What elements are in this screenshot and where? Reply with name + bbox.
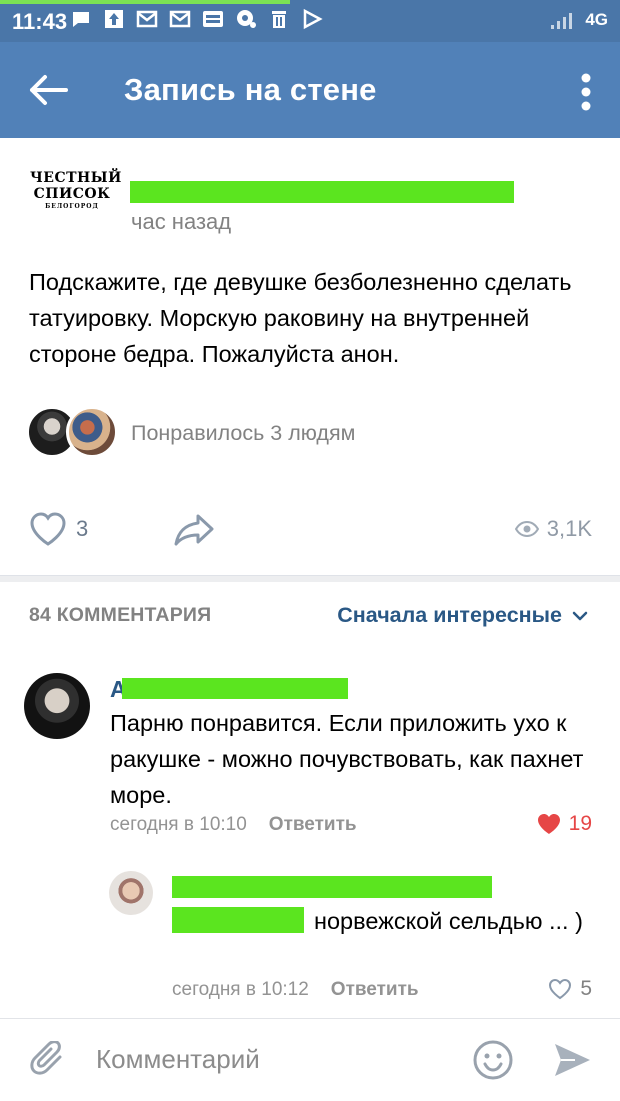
redaction-block (172, 907, 304, 933)
comments-count: 84 КОММЕНТАРИЯ (29, 604, 212, 626)
mail-icon (169, 10, 191, 28)
share-icon[interactable] (172, 510, 216, 548)
views-counter: 3,1K (514, 516, 592, 542)
comment-time: сегодня в 10:12 (172, 979, 309, 1000)
sort-label: Сначала интересные (337, 603, 562, 627)
post-text: Подскажите, где девушке безболезненно сд… (29, 269, 572, 367)
redaction-block (172, 876, 492, 898)
redaction-block (130, 181, 514, 203)
back-arrow-icon[interactable] (26, 70, 70, 110)
mail-icon (136, 10, 158, 28)
comment-like[interactable]: 19 (537, 812, 592, 836)
comment-text: Парню понравится. Если приложить ухо к р… (110, 710, 584, 808)
like-heart-icon[interactable] (28, 510, 68, 548)
heart-filled-icon (537, 814, 560, 834)
comment-meta: сегодня в 10:10 Ответить (110, 814, 357, 836)
section-divider (0, 575, 620, 582)
author-name[interactable] (130, 176, 514, 203)
play-icon (303, 8, 323, 30)
reply-commenter-name[interactable] (172, 874, 492, 900)
comment-like-count: 19 (568, 812, 592, 835)
heart-outline-icon (549, 978, 572, 1000)
reply-button[interactable]: Ответить (331, 979, 419, 1001)
app-bar: Запись на стене (0, 42, 620, 138)
status-time: 11:43 (12, 9, 68, 34)
post-time: час назад (131, 209, 232, 234)
trash-icon (272, 11, 286, 28)
attachment-icon[interactable] (30, 1041, 66, 1079)
commenter-avatar[interactable] (24, 673, 90, 739)
send-icon[interactable] (552, 1041, 592, 1079)
chevron-down-icon (572, 611, 588, 620)
redaction-block (122, 678, 348, 699)
views-count: 3,1K (546, 516, 592, 541)
reply-button[interactable]: Ответить (269, 814, 357, 836)
notification-icons (70, 8, 323, 30)
upload-icon (105, 10, 123, 28)
comment-like-count: 5 (580, 977, 592, 1000)
reply-comment-meta: сегодня в 10:12 Ответить (172, 979, 419, 1001)
status-bar: 11:43 4G (0, 0, 620, 42)
status-right: 4G (549, 10, 608, 30)
reply-comment-text-visible: норвежской сельдью ... ) (314, 908, 583, 934)
liker-avatar (66, 406, 118, 458)
signal-icon (551, 13, 573, 29)
app-icon (203, 11, 223, 27)
author-logo-line2: СПИСОК (33, 186, 111, 202)
comment-time: сегодня в 10:10 (110, 814, 247, 835)
like-count: 3 (76, 516, 89, 541)
reply-commenter-avatar[interactable] (109, 871, 153, 915)
author-logo-line1: ЧЕСТНЫЙ (30, 170, 122, 186)
author-avatar[interactable]: ЧЕСТНЫЙ СПИСОК БЕЛОГОРОД (30, 170, 122, 240)
reply-comment-text: норвежской сельдью ... ) (172, 903, 592, 939)
chat-icon (237, 10, 256, 28)
comment-composer (0, 1018, 620, 1101)
emoji-icon[interactable] (472, 1039, 514, 1081)
liked-by-text[interactable]: Понравилось 3 людям (131, 421, 355, 446)
page-title: Запись на стене (124, 72, 377, 107)
load-progress-bar (0, 0, 290, 4)
eye-icon (514, 520, 539, 538)
sort-dropdown[interactable]: Сначала интересные (337, 603, 588, 628)
network-type: 4G (585, 10, 608, 29)
commenter-name[interactable]: А (110, 676, 350, 702)
comment-input[interactable] (96, 1037, 436, 1081)
message-icon (73, 12, 89, 27)
author-logo-line3: БЕЛОГОРОД (45, 203, 99, 210)
comment-like[interactable]: 5 (548, 977, 592, 1001)
more-vertical-icon[interactable] (580, 72, 592, 112)
